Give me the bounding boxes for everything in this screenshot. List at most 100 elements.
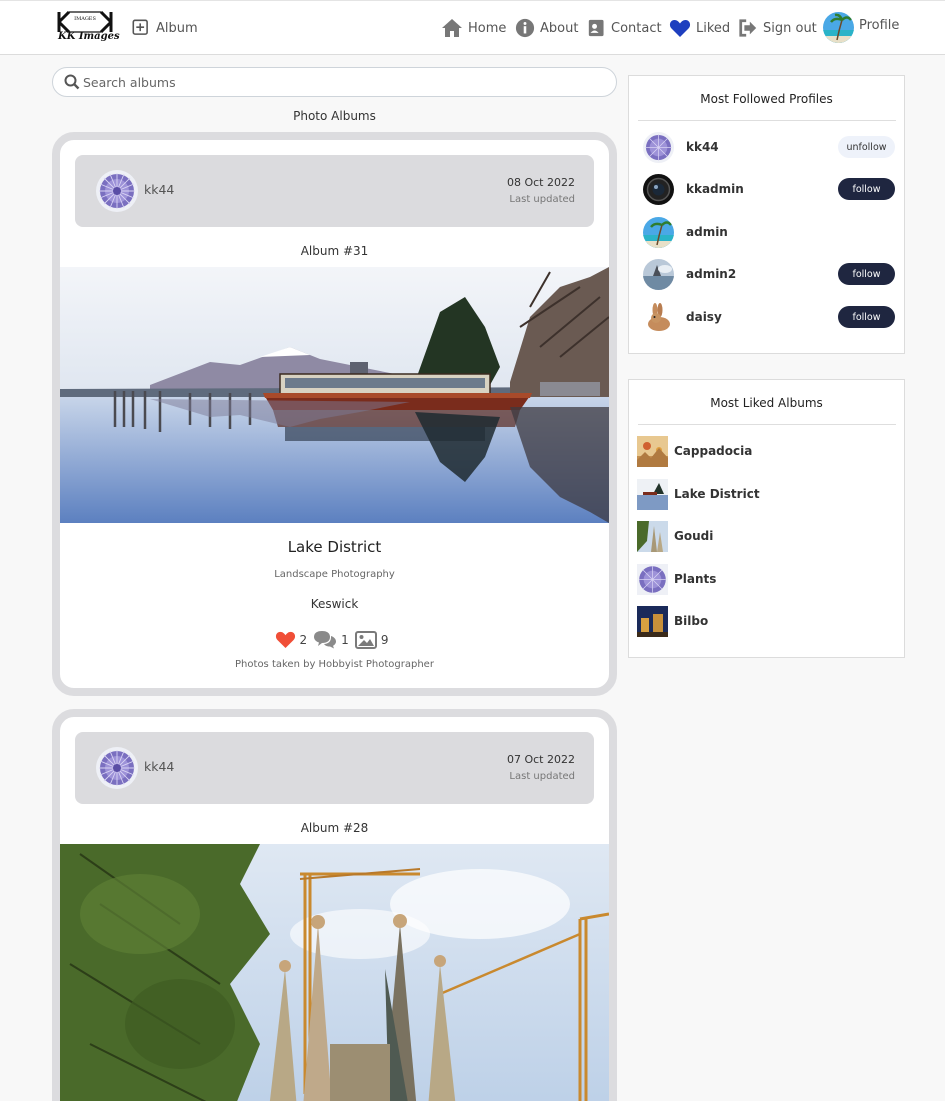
- profile-row[interactable]: admin: [643, 217, 895, 249]
- most-followed-title: Most Followed Profiles: [700, 92, 833, 106]
- album-card[interactable]: kk44 07 Oct 2022 Last updated Album #28: [52, 709, 617, 1101]
- cathedral-cranes-photo: [60, 844, 609, 1101]
- follow-button[interactable]: follow: [838, 306, 895, 328]
- cathedral-thumb: [637, 521, 668, 552]
- album-number: Album #31: [300, 244, 369, 258]
- liked-album-item[interactable]: Lake District: [637, 479, 895, 511]
- liked-album-name[interactable]: Lake District: [674, 487, 760, 501]
- album-owner-name[interactable]: kk44: [144, 759, 174, 774]
- photos-icon: [354, 630, 377, 649]
- nav-home[interactable]: Home: [441, 14, 506, 42]
- liked-album-item[interactable]: Goudi: [637, 521, 895, 553]
- profile-row[interactable]: kkadmin follow: [643, 174, 895, 206]
- nav-profile-avatar: [823, 11, 854, 43]
- liked-album-item[interactable]: Plants: [637, 564, 895, 596]
- user-avatar[interactable]: [96, 170, 138, 212]
- liked-album-thumbnail: [637, 436, 668, 467]
- profile-row[interactable]: daisy follow: [643, 302, 895, 334]
- heart-like-icon[interactable]: [275, 630, 296, 649]
- most-liked-title: Most Liked Albums: [710, 396, 823, 410]
- allium-flower-avatar-icon: [96, 170, 138, 212]
- album-cover-photo[interactable]: [60, 267, 609, 523]
- liked-album-item[interactable]: Bilbo: [637, 606, 895, 638]
- heart-icon: [669, 20, 691, 37]
- liked-album-item[interactable]: Cappadocia: [637, 436, 895, 468]
- profile-name[interactable]: admin2: [686, 267, 736, 281]
- profile-row[interactable]: admin2 follow: [643, 259, 895, 291]
- album-card[interactable]: kk44 08 Oct 2022 Last updated Album #31: [52, 132, 617, 696]
- nav-contact[interactable]: Contact: [588, 14, 662, 42]
- album-cover-photo[interactable]: [60, 844, 609, 1101]
- info-circle-icon: [515, 18, 535, 38]
- nav-about-label: About: [540, 20, 579, 36]
- profile-avatar[interactable]: [643, 259, 674, 290]
- album-date: 07 Oct 2022: [506, 753, 575, 766]
- liked-album-name[interactable]: Goudi: [674, 529, 713, 543]
- nav-liked[interactable]: Liked: [669, 14, 730, 42]
- liked-album-name[interactable]: Bilbo: [674, 614, 708, 628]
- add-album-link[interactable]: Album: [132, 14, 198, 42]
- nav-home-label: Home: [468, 20, 507, 36]
- plus-square-icon: [132, 19, 148, 35]
- comments-icon[interactable]: [313, 630, 337, 649]
- camera-lens-avatar-icon: [643, 174, 674, 205]
- album-owner-name[interactable]: kk44: [144, 182, 174, 197]
- search-bar: [52, 67, 617, 97]
- liked-album-thumbnail: [637, 606, 668, 637]
- allium-flower-avatar-icon: [643, 132, 674, 163]
- comments-count: 1: [341, 632, 349, 647]
- home-icon: [442, 19, 462, 37]
- follow-button[interactable]: follow: [838, 263, 895, 285]
- profile-avatar[interactable]: [643, 174, 674, 205]
- lake-boat-photo: [60, 267, 609, 523]
- album-card-header: kk44 08 Oct 2022 Last updated: [75, 155, 594, 227]
- site-logo[interactable]: IMAGES KK Images: [57, 11, 120, 45]
- landscape-avatar-icon: [643, 259, 674, 290]
- profile-avatar[interactable]: [643, 132, 674, 163]
- profile-name[interactable]: daisy: [686, 310, 722, 324]
- liked-album-name[interactable]: Plants: [674, 572, 716, 586]
- allium-flower-avatar-icon: [96, 747, 138, 789]
- profile-row[interactable]: kk44 unfollow: [643, 132, 895, 164]
- likes-count: 2: [299, 632, 308, 647]
- rabbit-avatar-icon: [643, 302, 674, 333]
- album-date: 08 Oct 2022: [506, 176, 575, 189]
- album-category: Landscape Photography: [274, 569, 395, 580]
- night-town-thumb: [637, 606, 668, 637]
- add-album-label: Album: [156, 20, 198, 36]
- photos-count: 9: [380, 632, 389, 647]
- search-icon: [64, 74, 80, 90]
- nav-contact-label: Contact: [611, 20, 662, 36]
- profile-name[interactable]: kkadmin: [686, 182, 744, 196]
- divider: [638, 424, 896, 425]
- album-card-header: kk44 07 Oct 2022 Last updated: [75, 732, 594, 804]
- profile-avatar[interactable]: [643, 302, 674, 333]
- allium-thumb: [637, 564, 668, 595]
- nav-profile[interactable]: Profile: [823, 11, 899, 43]
- follow-button[interactable]: follow: [838, 178, 895, 200]
- profile-avatar[interactable]: [643, 217, 674, 248]
- lake-thumb: [637, 479, 668, 510]
- section-title: Photo Albums: [293, 109, 376, 123]
- most-liked-panel: Most Liked Albums Cappadocia Lake Distri…: [628, 379, 905, 658]
- divider: [638, 120, 896, 121]
- profile-name[interactable]: admin: [686, 225, 728, 239]
- top-navbar: IMAGES KK Images Album Home About Contac…: [0, 0, 945, 55]
- logo-mark-icon: IMAGES: [57, 11, 113, 33]
- unfollow-button[interactable]: unfollow: [838, 136, 895, 158]
- album-caption: Photos taken by Hobbyist Photographer: [235, 659, 434, 670]
- last-updated-label: Last updated: [509, 194, 575, 205]
- beach-avatar-icon: [643, 217, 674, 248]
- nav-signout[interactable]: Sign out: [738, 14, 817, 42]
- liked-album-thumbnail: [637, 564, 668, 595]
- most-followed-panel: Most Followed Profiles kk44 unfollow kka…: [628, 75, 905, 354]
- album-title[interactable]: Lake District: [60, 538, 609, 556]
- user-avatar[interactable]: [96, 747, 138, 789]
- profile-name[interactable]: kk44: [686, 140, 719, 154]
- liked-album-thumbnail: [637, 479, 668, 510]
- liked-album-name[interactable]: Cappadocia: [674, 444, 752, 458]
- logo-text: KK Images: [58, 31, 120, 42]
- search-input[interactable]: [83, 72, 603, 92]
- nav-signout-label: Sign out: [763, 20, 817, 36]
- nav-about[interactable]: About: [515, 14, 578, 42]
